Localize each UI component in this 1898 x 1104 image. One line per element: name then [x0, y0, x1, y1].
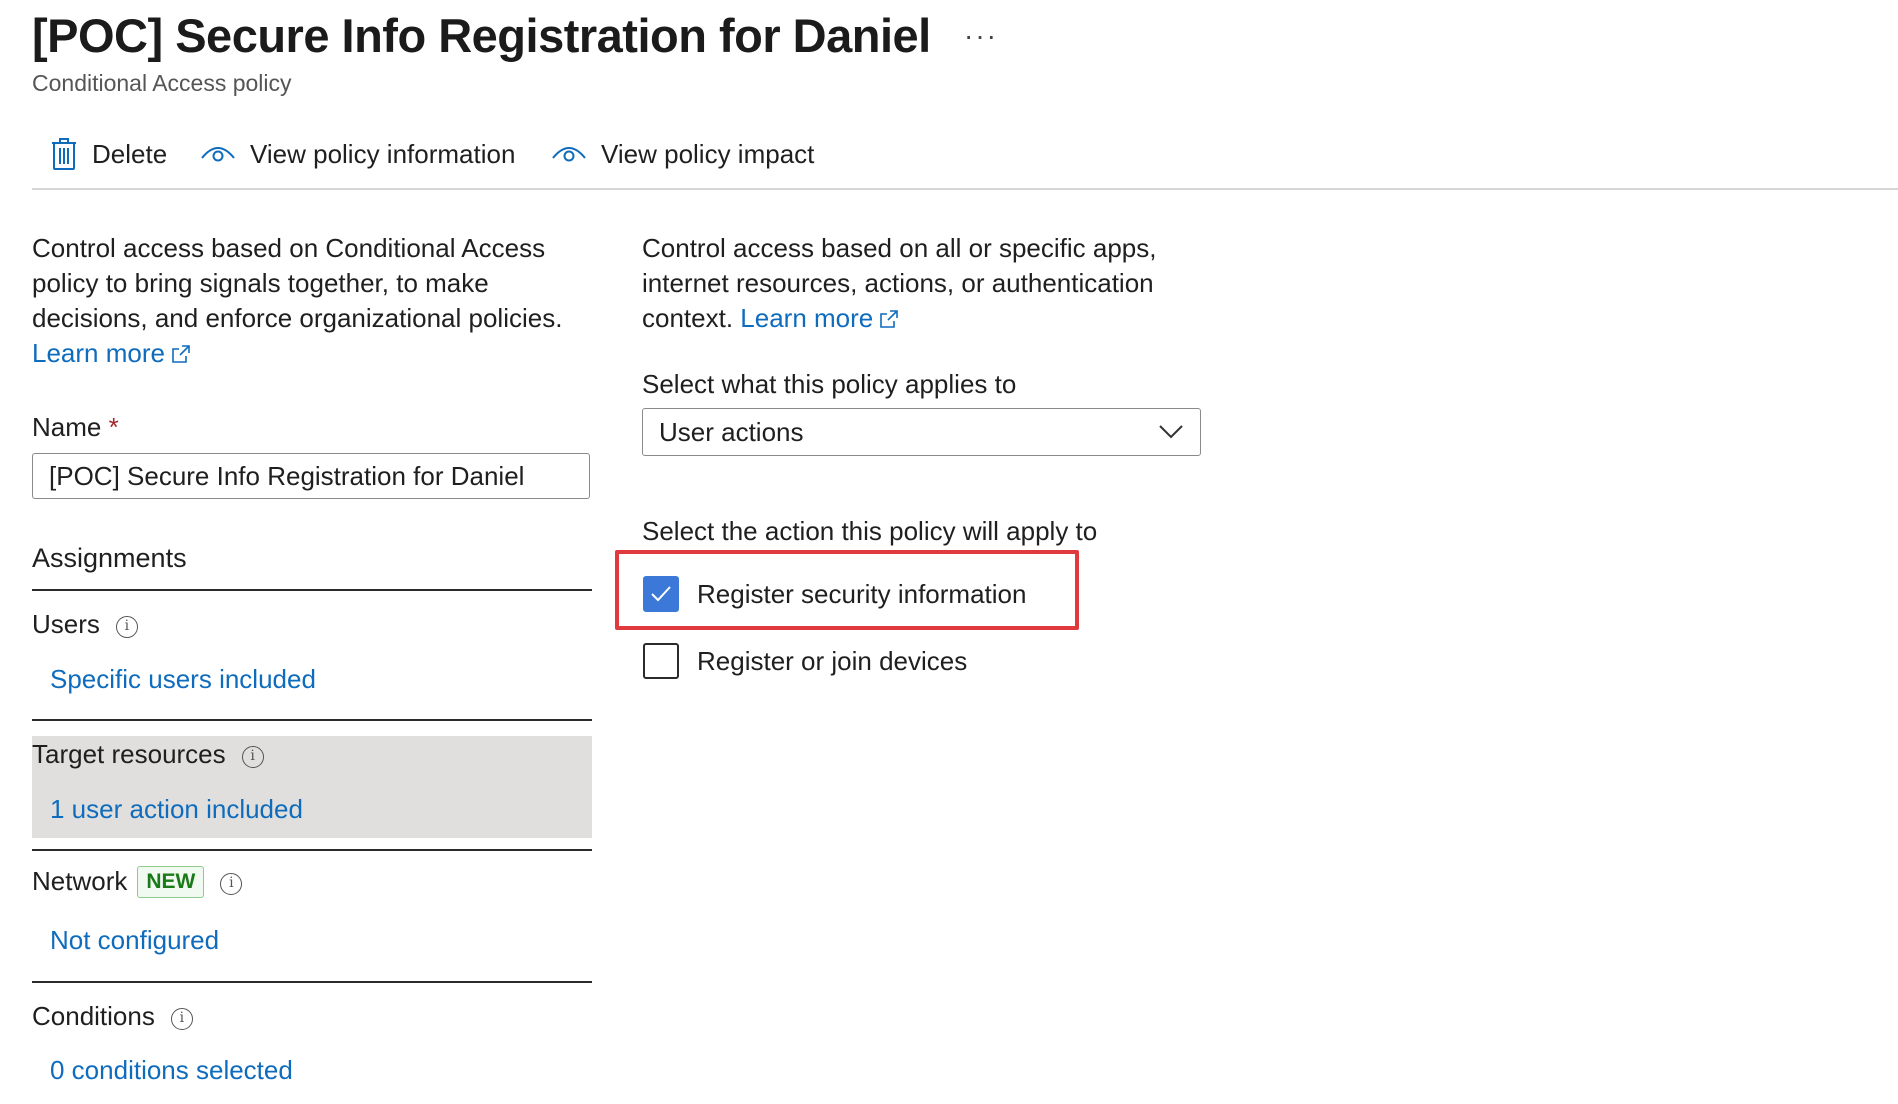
view-policy-impact-label: View policy impact	[601, 138, 815, 169]
name-label: Name	[32, 412, 102, 442]
left-learn-more-link[interactable]: Learn more	[32, 338, 191, 368]
target-resources-label: Target resources	[32, 739, 226, 769]
view-policy-information-button[interactable]: View policy information	[200, 134, 515, 174]
checkbox-unchecked[interactable]	[643, 643, 679, 679]
chevron-down-icon	[1159, 425, 1183, 439]
more-options-button[interactable]: ···	[964, 20, 998, 52]
required-indicator: *	[108, 412, 119, 442]
network-label-row: Network NEW i	[32, 866, 243, 898]
external-link-icon	[172, 345, 190, 363]
applies-to-value: User actions	[659, 416, 804, 447]
policy-name-input[interactable]: [POC] Secure Info Registration for Danie…	[32, 453, 590, 499]
info-icon[interactable]: i	[170, 1008, 193, 1030]
info-icon[interactable]: i	[115, 616, 138, 638]
assignments-heading: Assignments	[32, 543, 187, 573]
conditions-value-link[interactable]: 0 conditions selected	[50, 1055, 293, 1086]
info-icon[interactable]: i	[220, 873, 243, 895]
trash-icon	[52, 138, 76, 170]
users-value-link[interactable]: Specific users included	[50, 664, 316, 695]
eye-icon	[201, 147, 235, 162]
network-value-link[interactable]: Not configured	[50, 925, 219, 956]
right-description-block: Control access based on all or specific …	[642, 231, 1182, 336]
users-divider	[32, 719, 592, 721]
delete-label: Delete	[92, 138, 168, 169]
view-policy-information-label: View policy information	[250, 138, 516, 169]
right-learn-more-link[interactable]: Learn more	[740, 303, 899, 333]
conditions-label-row: Conditions i	[32, 1001, 193, 1032]
target-resources-value-link[interactable]: 1 user action included	[50, 794, 303, 825]
external-link-icon	[880, 310, 899, 328]
register-join-devices-checkbox[interactable]: Register or join devices	[643, 643, 967, 679]
left-description: Control access based on Conditional Acce…	[32, 233, 563, 333]
highlight-box	[615, 550, 1079, 630]
applies-to-label: Select what this policy applies to	[642, 369, 1017, 399]
right-learn-more-label: Learn more	[740, 303, 874, 333]
assignments-divider	[32, 589, 592, 591]
name-label-row: Name *	[32, 412, 119, 443]
target-resources-divider	[32, 849, 592, 851]
new-badge: NEW	[137, 866, 205, 898]
target-resources-label-row: Target resources i	[32, 739, 264, 770]
action-label: Select the action this policy will apply…	[642, 516, 1098, 546]
register-join-devices-label: Register or join devices	[697, 645, 968, 676]
network-label: Network	[32, 866, 128, 896]
applies-to-dropdown[interactable]: User actions	[642, 408, 1201, 456]
left-learn-more-label: Learn more	[32, 338, 165, 368]
page-title: [POC] Secure Info Registration for Danie…	[32, 9, 931, 62]
eye-icon	[552, 147, 586, 162]
delete-button[interactable]: Delete	[50, 134, 167, 174]
left-description-block: Control access based on Conditional Acce…	[32, 231, 592, 371]
conditions-label: Conditions	[32, 1001, 155, 1031]
view-policy-impact-button[interactable]: View policy impact	[551, 134, 814, 174]
page-subtitle: Conditional Access policy	[32, 70, 292, 96]
users-label: Users	[32, 609, 100, 639]
info-icon[interactable]: i	[241, 746, 264, 768]
toolbar-divider	[32, 188, 1898, 190]
network-divider	[32, 981, 592, 983]
users-label-row: Users i	[32, 609, 138, 640]
